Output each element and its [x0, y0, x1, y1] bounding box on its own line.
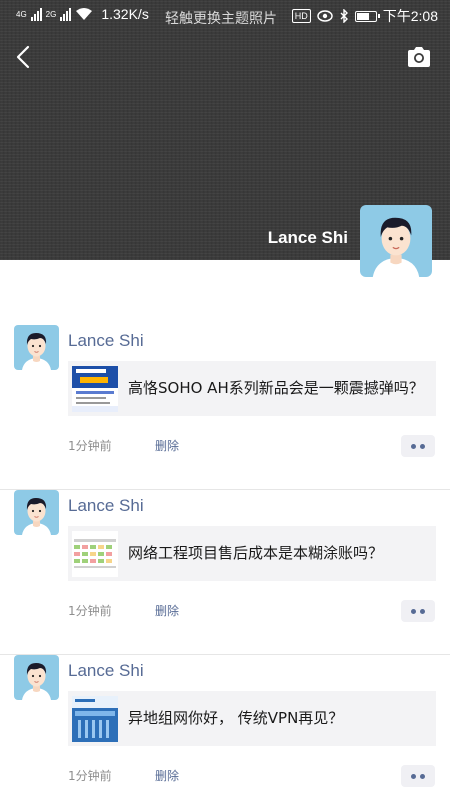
post-time: 1分钟前 — [68, 769, 112, 783]
eye-icon — [317, 10, 333, 22]
shared-article-card[interactable]: 异地组网你好， 传统VPN再见？ — [68, 691, 436, 746]
bluetooth-icon — [340, 9, 348, 23]
delete-button[interactable]: 删除 — [155, 767, 179, 784]
thumbnail-image — [72, 530, 118, 577]
profile-avatar[interactable] — [360, 205, 432, 277]
thumbnail-image — [72, 365, 118, 412]
dot-icon — [411, 443, 416, 449]
shared-article-card[interactable]: 网络工程项目售后成本是本糊涂账吗？ — [68, 526, 436, 581]
camera-icon — [408, 47, 430, 67]
moment-post: Lance Shi 网络工程项目售后成本是本糊涂账吗？ 1分钟前 删除 — [0, 490, 450, 655]
post-author[interactable]: Lance Shi — [68, 331, 144, 351]
post-author[interactable]: Lance Shi — [68, 496, 144, 516]
post-avatar[interactable] — [14, 325, 59, 370]
avatar-image — [360, 205, 432, 277]
dot-icon — [420, 608, 425, 614]
article-thumbnail — [72, 530, 118, 577]
wifi-icon — [76, 8, 93, 20]
moments-screen: 4G 2G 1.32K/s 轻触更换主题照片 HD 下午2:08 Lance S… — [0, 0, 450, 800]
network-type-2: 2G — [45, 9, 57, 19]
profile-name: Lance Shi — [267, 228, 348, 247]
theme-photo-hint[interactable]: 轻触更换主题照片 — [165, 8, 277, 28]
moment-post: Lance Shi 高恪SOHO AH系列新品会是一颗震撼弹吗？ 1分钟前 删除 — [0, 325, 450, 490]
status-bar: 4G 2G 1.32K/s 轻触更换主题照片 HD 下午2:08 — [0, 0, 450, 32]
camera-button[interactable] — [406, 46, 432, 68]
dot-icon — [411, 608, 416, 614]
network-speed: 1.32K/s — [101, 6, 149, 22]
status-right: HD 下午2:08 — [291, 6, 438, 26]
post-avatar[interactable] — [14, 490, 59, 535]
network-indicators: 4G 2G 1.32K/s — [16, 6, 149, 22]
article-thumbnail — [72, 695, 118, 742]
network-type-1: 4G — [16, 9, 27, 19]
article-thumbnail — [72, 365, 118, 412]
dot-icon — [420, 443, 425, 449]
back-button[interactable] — [12, 44, 36, 70]
more-actions-button[interactable] — [401, 600, 435, 622]
chevron-left-icon — [16, 45, 30, 69]
article-title: 异地组网你好， 传统VPN再见？ — [128, 709, 344, 727]
shared-article-card[interactable]: 高恪SOHO AH系列新品会是一颗震撼弹吗？ — [68, 361, 436, 416]
hd-badge: HD — [291, 9, 311, 23]
delete-button[interactable]: 删除 — [155, 602, 179, 619]
signal-icon — [30, 7, 42, 21]
post-time: 1分钟前 — [68, 439, 112, 453]
dot-icon — [420, 773, 425, 779]
avatar-image — [14, 655, 59, 700]
post-avatar[interactable] — [14, 655, 59, 700]
article-title: 网络工程项目售后成本是本糊涂账吗？ — [128, 544, 384, 562]
post-author[interactable]: Lance Shi — [68, 661, 144, 681]
article-title: 高恪SOHO AH系列新品会是一颗震撼弹吗？ — [128, 379, 424, 397]
clock: 下午2:08 — [382, 8, 438, 24]
avatar-image — [14, 490, 59, 535]
more-actions-button[interactable] — [401, 435, 435, 457]
delete-button[interactable]: 删除 — [155, 437, 179, 454]
moment-post: Lance Shi 异地组网你好， 传统VPN再见？ 1分钟前 删除 — [0, 655, 450, 800]
signal-icon — [60, 7, 72, 21]
more-actions-button[interactable] — [401, 765, 435, 787]
dot-icon — [411, 773, 416, 779]
battery-icon — [354, 10, 380, 22]
avatar-image — [14, 325, 59, 370]
thumbnail-image — [72, 695, 118, 742]
post-time: 1分钟前 — [68, 604, 112, 618]
